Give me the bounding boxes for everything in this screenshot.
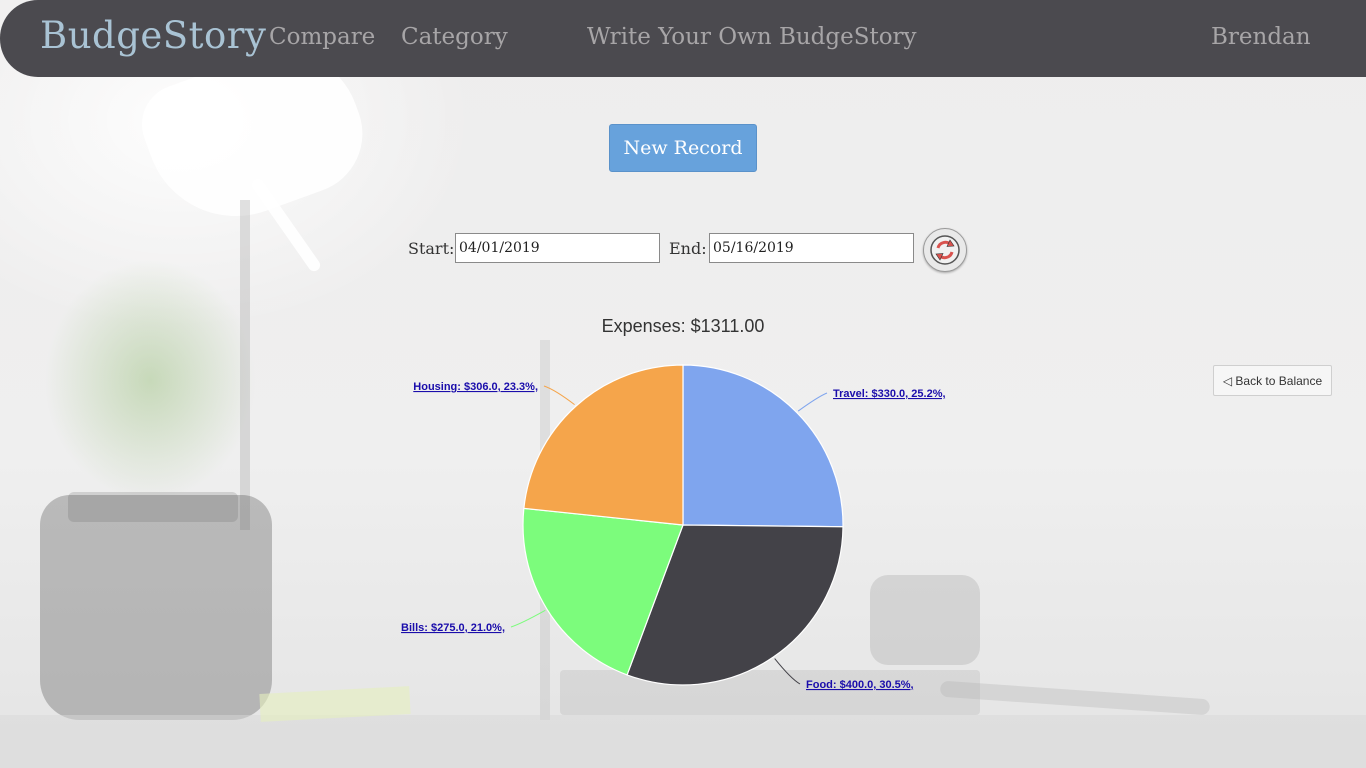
back-to-balance-button[interactable]: ◁ Back to Balance bbox=[1213, 365, 1332, 396]
pie-label-bills[interactable]: Bills: $275.0, 21.0%, bbox=[401, 622, 505, 634]
pie-leader-line-bills bbox=[510, 609, 546, 628]
expense-pie-chart: Travel: $330.0, 25.2%, Food: $400.0, 30.5… bbox=[401, 364, 946, 691]
pie-leader-line-travel bbox=[797, 392, 828, 412]
pie-slice-travel[interactable] bbox=[682, 364, 844, 528]
pie-label-food[interactable]: Food: $400.0, 30.5%, bbox=[806, 679, 914, 691]
pie-leader-line-food bbox=[774, 658, 801, 685]
pie-label-travel[interactable]: Travel: $330.0, 25.2%, bbox=[833, 388, 946, 400]
pie-label-housing[interactable]: Housing: $306.0, 23.3%, bbox=[413, 381, 538, 393]
pie-slice-housing[interactable] bbox=[523, 364, 684, 526]
pie-leader-line-housing bbox=[543, 385, 575, 406]
